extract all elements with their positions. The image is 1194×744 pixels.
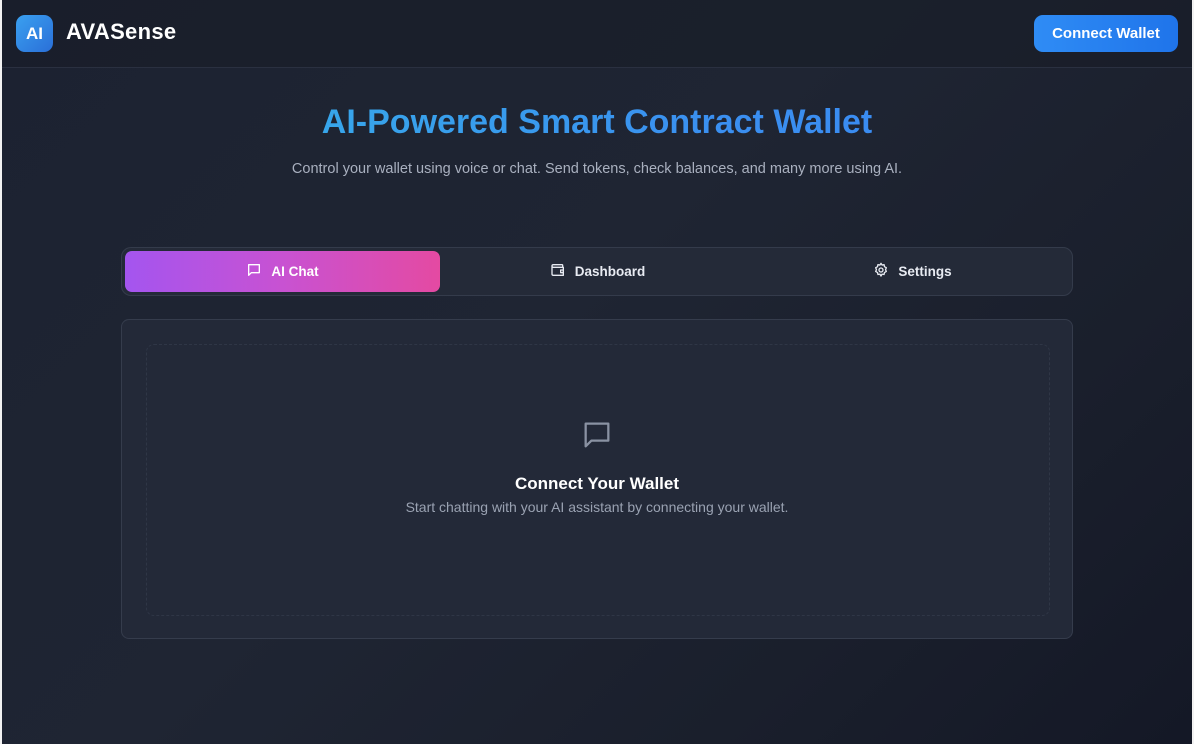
tab-label: Settings [898, 264, 952, 279]
tab-label: AI Chat [271, 264, 319, 279]
page-subtitle: Control your wallet using voice or chat.… [291, 161, 903, 177]
empty-state-message: Start chatting with your AI assistant by… [405, 499, 789, 515]
logo-badge: AI [16, 15, 53, 52]
tab-settings[interactable]: Settings [755, 251, 1070, 292]
tab-bar: AI Chat Dashboard Settings [121, 247, 1073, 296]
logo-text: AI [26, 23, 43, 43]
tab-dashboard[interactable]: Dashboard [440, 251, 755, 292]
tab-label: Dashboard [574, 264, 646, 279]
gear-icon [873, 262, 889, 281]
empty-state-title: Connect Your Wallet [514, 474, 680, 493]
wallet-icon [550, 262, 566, 281]
tab-ai-chat[interactable]: AI Chat [125, 251, 440, 292]
page-title: AI-Powered Smart Contract Wallet [0, 103, 1194, 142]
top-bar [2, 0, 1192, 68]
connect-wallet-button[interactable]: Connect Wallet [1034, 15, 1178, 52]
chat-icon [246, 262, 262, 281]
chat-icon [580, 418, 614, 452]
brand-name: AVASense [66, 19, 177, 44]
